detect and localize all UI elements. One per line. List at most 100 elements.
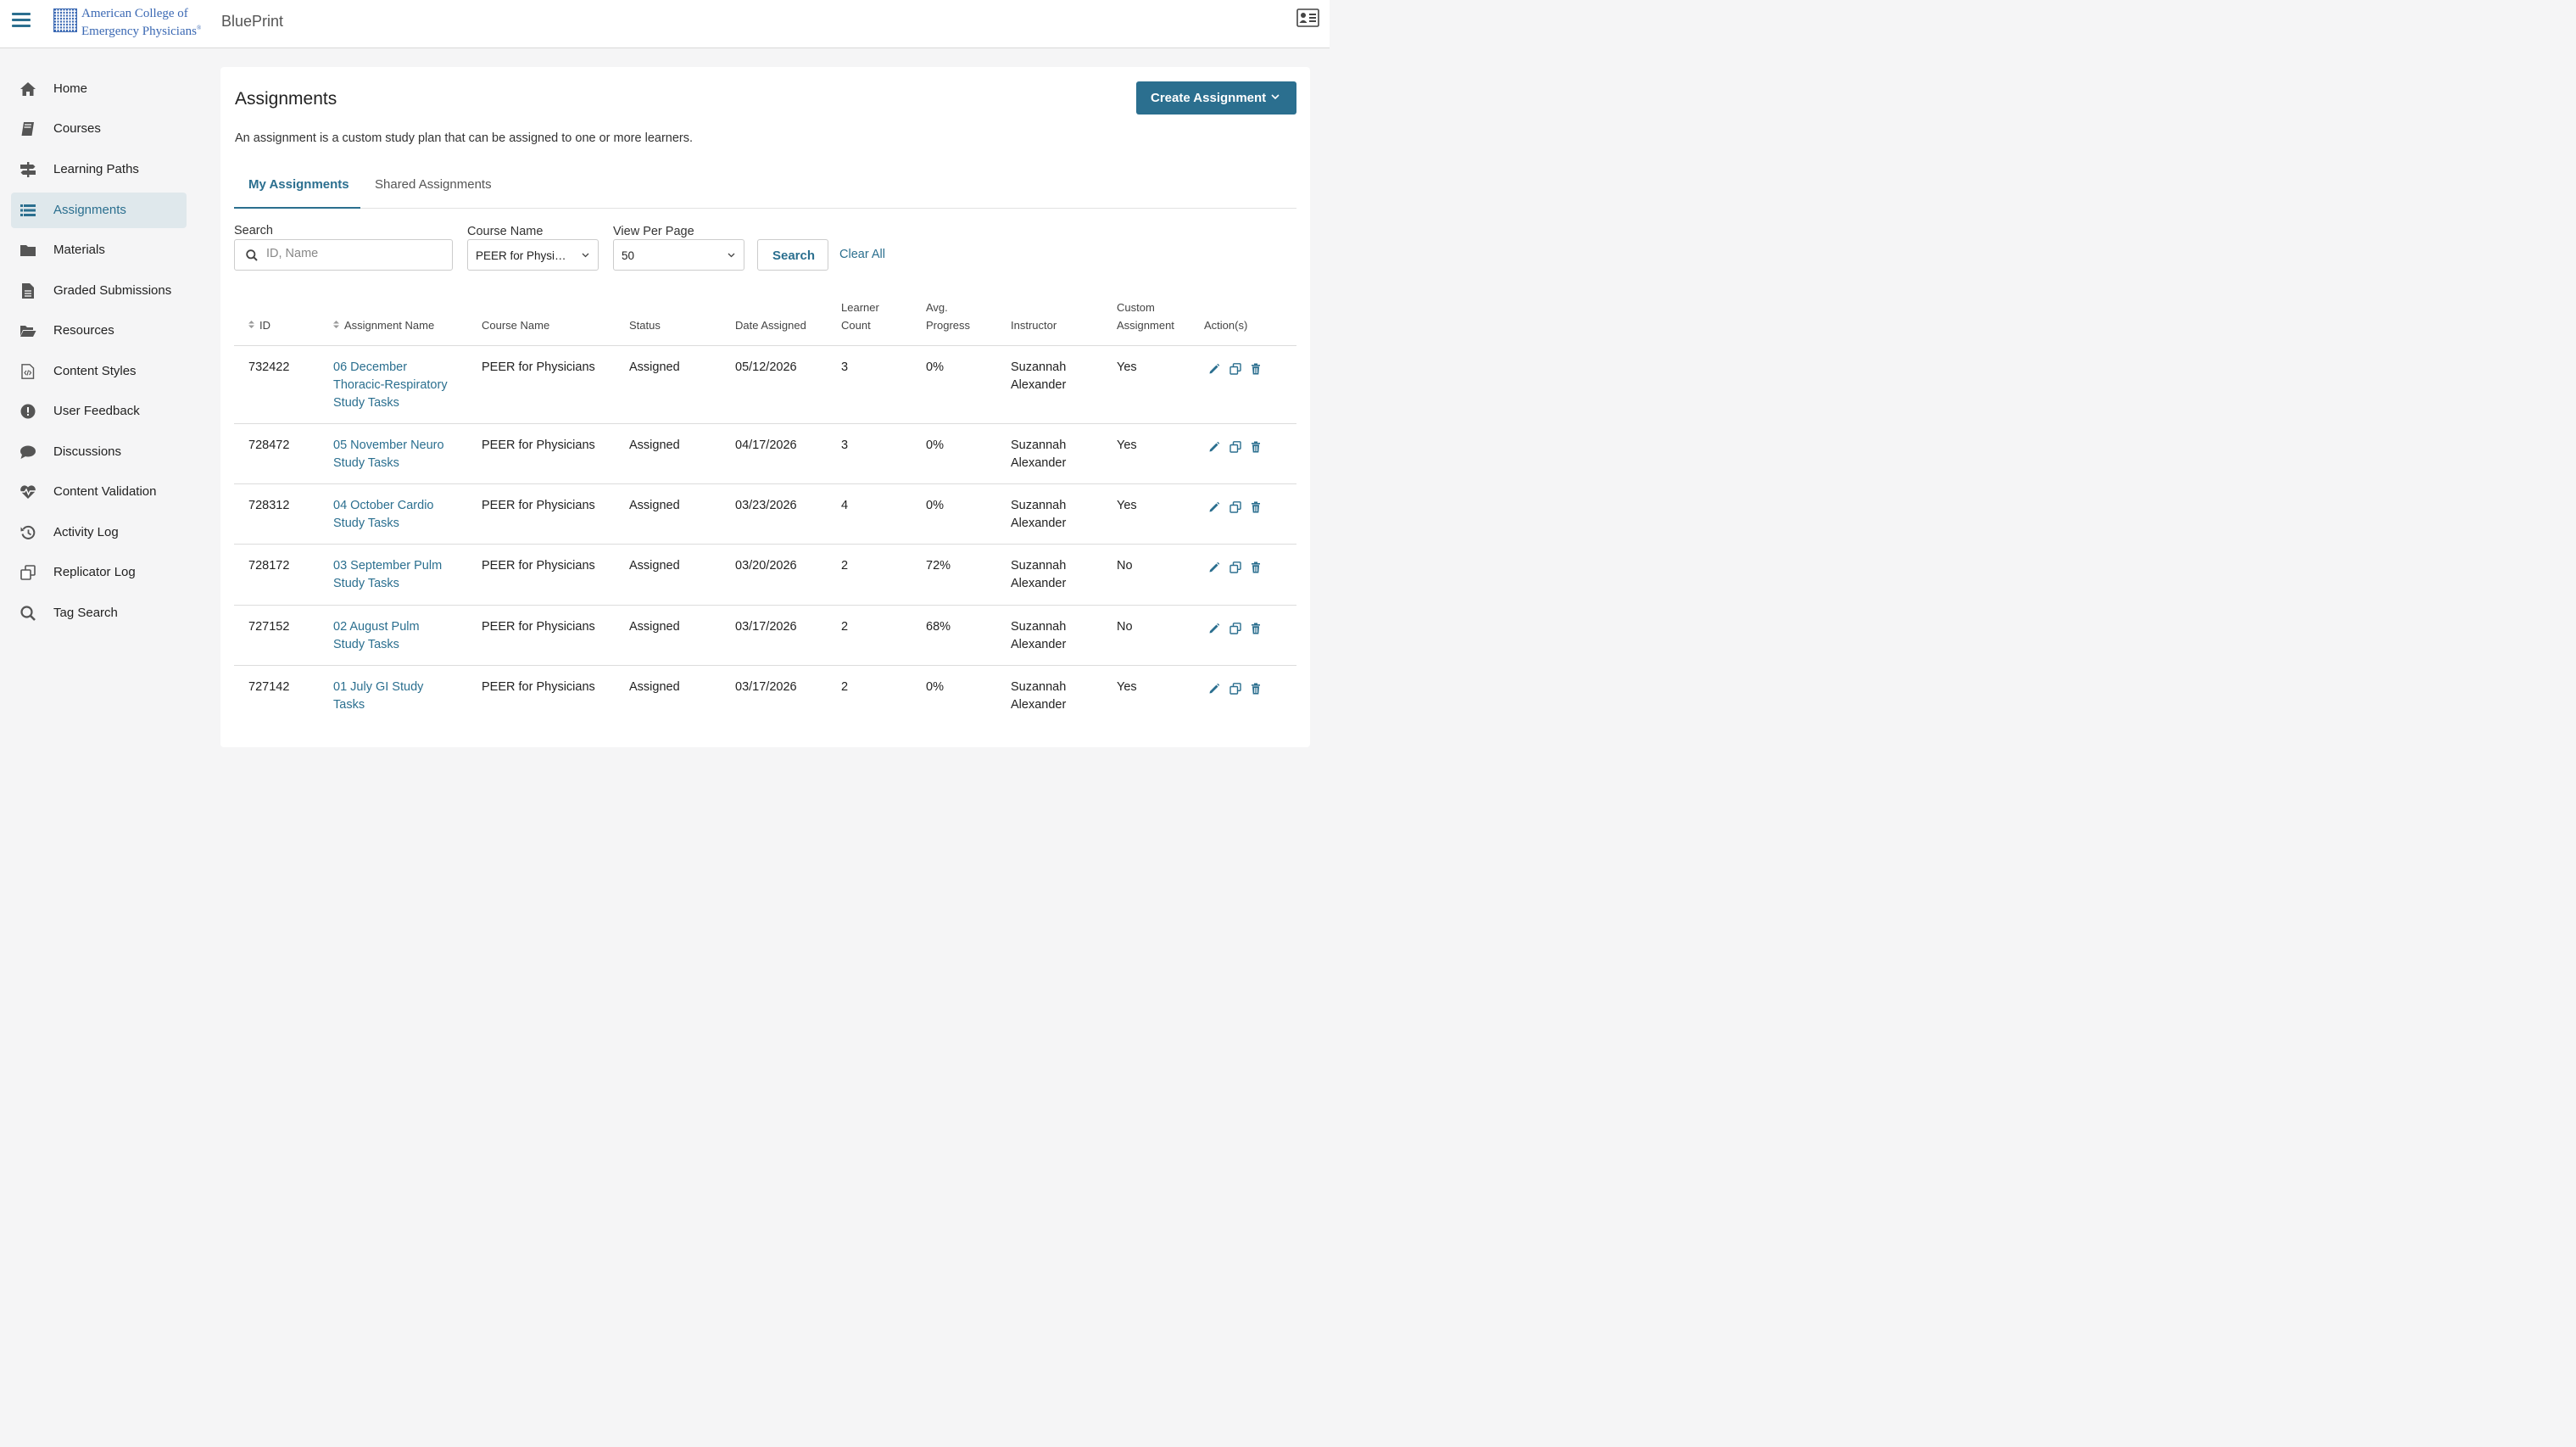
instructor-line: Suzannah	[1011, 360, 1067, 374]
assignment-name-line: 05 November Neuro	[333, 439, 444, 452]
profile-card-icon[interactable]	[1296, 8, 1319, 27]
trash-icon[interactable]	[1250, 363, 1262, 375]
sidebar-item-user-feedback[interactable]: User Feedback	[11, 394, 187, 429]
sidebar-item-label: Tag Search	[53, 606, 118, 620]
copy-icon[interactable]	[1229, 623, 1241, 634]
header-course-name: Course Name	[482, 319, 550, 332]
trash-icon[interactable]	[1250, 441, 1262, 453]
trash-icon[interactable]	[1250, 683, 1262, 695]
header-assignment-name[interactable]: Assignment Name	[344, 316, 434, 334]
page-description: An assignment is a custom study plan tha…	[235, 131, 694, 145]
tab-my-assignments[interactable]: My Assignments	[234, 167, 360, 209]
assignment-name-link[interactable]: 03 September Pulm Study Tasks	[333, 557, 442, 593]
assignment-name-link[interactable]: 06 December Thoracic-Respiratory Study Tas…	[333, 359, 448, 412]
cell-instructor: Suzannah Alexander	[1011, 679, 1066, 714]
cell-custom-assignment: Yes	[1117, 680, 1137, 694]
sidebar-item-resources[interactable]: Resources	[11, 313, 187, 349]
instructor-line: Alexander	[1011, 577, 1067, 590]
instructor-line: Alexander	[1011, 378, 1067, 392]
sidebar-item-label: Materials	[53, 243, 105, 257]
sidebar-item-courses[interactable]: Courses	[11, 111, 187, 147]
page-title: Assignments	[235, 89, 337, 109]
header-progress-line-1: Avg.	[926, 301, 948, 314]
course-name-value: PEER for Physi…	[476, 249, 566, 262]
pencil-icon[interactable]	[1208, 363, 1220, 375]
copy-icon[interactable]	[1229, 683, 1241, 695]
copy-icon[interactable]	[1229, 561, 1241, 573]
cell-status: Assigned	[629, 680, 680, 694]
sidebar-item-activity-log[interactable]: Activity Log	[11, 515, 187, 550]
sidebar-item-replicator-log[interactable]: Replicator Log	[11, 555, 187, 590]
search-input[interactable]	[266, 247, 444, 260]
assignment-name-link[interactable]: 05 November Neuro Study Tasks	[333, 437, 444, 472]
heartbeat-icon	[20, 485, 36, 499]
pencil-icon[interactable]	[1208, 561, 1220, 573]
sidebar-item-home[interactable]: Home	[11, 71, 187, 107]
search-button[interactable]: Search	[757, 239, 828, 271]
cell-status: Assigned	[629, 499, 680, 512]
list-icon	[20, 204, 36, 216]
instructor-line: Suzannah	[1011, 439, 1067, 452]
search-label: Search	[234, 224, 273, 237]
cell-instructor: Suzannah Alexander	[1011, 618, 1066, 654]
pencil-icon[interactable]	[1208, 683, 1220, 695]
header-learner-count: Learner Count	[841, 299, 879, 334]
copy-icon[interactable]	[1229, 441, 1241, 453]
trash-icon[interactable]	[1250, 623, 1262, 634]
trash-icon[interactable]	[1250, 561, 1262, 573]
tab-label: My Assignments	[248, 177, 349, 192]
chevron-down-icon	[1271, 94, 1280, 100]
sidebar-item-learning-paths[interactable]: Learning Paths	[11, 152, 187, 187]
assignment-name-link[interactable]: 01 July GI Study Tasks	[333, 679, 423, 714]
sort-icon[interactable]	[248, 321, 254, 328]
view-per-page-label: View Per Page	[613, 225, 694, 238]
header-actions: Action(s)	[1204, 319, 1248, 332]
cell-course-name: PEER for Physicians	[482, 620, 595, 634]
sidebar-item-discussions[interactable]: Discussions	[11, 434, 187, 470]
sidebar-item-content-validation[interactable]: Content Validation	[11, 474, 187, 510]
assignment-name-line: Study Tasks	[333, 638, 399, 651]
create-assignment-button[interactable]: Create Assignment	[1136, 81, 1296, 115]
assignment-name-link[interactable]: 04 October Cardio Study Tasks	[333, 497, 433, 533]
create-assignment-label: Create Assignment	[1151, 91, 1267, 105]
history-icon	[20, 525, 36, 539]
cell-id: 728312	[248, 499, 290, 512]
sidebar-item-graded-submissions[interactable]: Graded Submissions	[11, 273, 187, 309]
cell-custom-assignment: Yes	[1117, 360, 1137, 374]
clear-all-link[interactable]: Clear All	[839, 248, 885, 261]
hamburger-menu-icon[interactable]	[12, 12, 31, 29]
logo-registered-mark: ®	[196, 25, 202, 31]
cell-avg-progress: 0%	[926, 439, 944, 452]
assignment-name-line: Tasks	[333, 698, 365, 712]
course-name-select[interactable]: PEER for Physi…	[467, 239, 599, 271]
copy-icon[interactable]	[1229, 501, 1241, 513]
cell-date-assigned: 05/12/2026	[735, 360, 797, 374]
cell-course-name: PEER for Physicians	[482, 559, 595, 573]
tab-shared-assignments[interactable]: Shared Assignments	[360, 167, 510, 208]
cell-status: Assigned	[629, 439, 680, 452]
exclamation-icon	[20, 404, 36, 419]
sidebar-item-label: Assignments	[53, 203, 126, 217]
sidebar-item-materials[interactable]: Materials	[11, 232, 187, 268]
sidebar-item-assignments[interactable]: Assignments	[11, 193, 187, 228]
cell-avg-progress: 68%	[926, 620, 951, 634]
pencil-icon[interactable]	[1208, 441, 1220, 453]
sidebar-item-tag-search[interactable]: Tag Search	[11, 595, 187, 631]
cell-date-assigned: 03/23/2026	[735, 499, 797, 512]
header-custom-line-1: Custom	[1117, 301, 1155, 314]
assignment-name-line: Study Tasks	[333, 577, 399, 590]
trash-icon[interactable]	[1250, 501, 1262, 513]
pencil-icon[interactable]	[1208, 501, 1220, 513]
sidebar-item-content-styles[interactable]: Content Styles	[11, 354, 187, 389]
sidebar-item-label: Replicator Log	[53, 565, 136, 579]
assignment-name-line: 01 July GI Study	[333, 680, 424, 694]
assignment-name-link[interactable]: 02 August Pulm Study Tasks	[333, 618, 420, 654]
sidebar-item-label: User Feedback	[53, 404, 140, 418]
header-id[interactable]: ID	[259, 316, 270, 334]
cell-avg-progress: 0%	[926, 499, 944, 512]
pencil-icon[interactable]	[1208, 623, 1220, 634]
copy-icon[interactable]	[1229, 363, 1241, 375]
view-per-page-select[interactable]: 50	[613, 239, 744, 271]
folder-open-icon	[20, 326, 36, 337]
sort-icon[interactable]	[333, 321, 339, 328]
